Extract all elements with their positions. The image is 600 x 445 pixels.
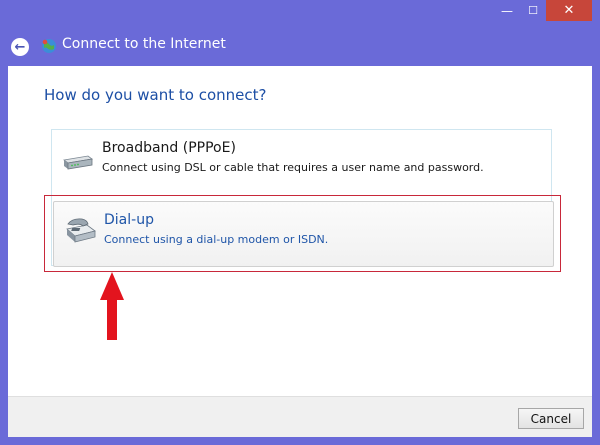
dialog-window: — ☐ ✕ ← Connect to the Internet How do y… [0, 0, 600, 445]
close-button[interactable]: ✕ [546, 0, 592, 21]
window-title: Connect to the Internet [62, 36, 226, 52]
annotation-highlight-box [44, 195, 561, 272]
maximize-button[interactable]: ☐ [520, 0, 546, 21]
option-broadband[interactable]: Broadband (PPPoE) Connect using DSL or c… [52, 130, 551, 196]
dialog-footer: Cancel [8, 396, 592, 437]
network-globe-icon [42, 39, 56, 53]
option-title: Broadband (PPPoE) [102, 140, 236, 156]
minimize-button[interactable]: — [494, 0, 520, 21]
page-heading: How do you want to connect? [44, 86, 267, 104]
option-description: Connect using DSL or cable that requires… [102, 161, 484, 174]
back-arrow-icon: ← [14, 39, 26, 55]
annotation-arrow-icon [100, 272, 124, 340]
modem-icon [63, 155, 93, 170]
title-bar-controls: — ☐ ✕ [494, 0, 592, 22]
cancel-button[interactable]: Cancel [518, 408, 584, 429]
back-button[interactable]: ← [11, 38, 29, 56]
